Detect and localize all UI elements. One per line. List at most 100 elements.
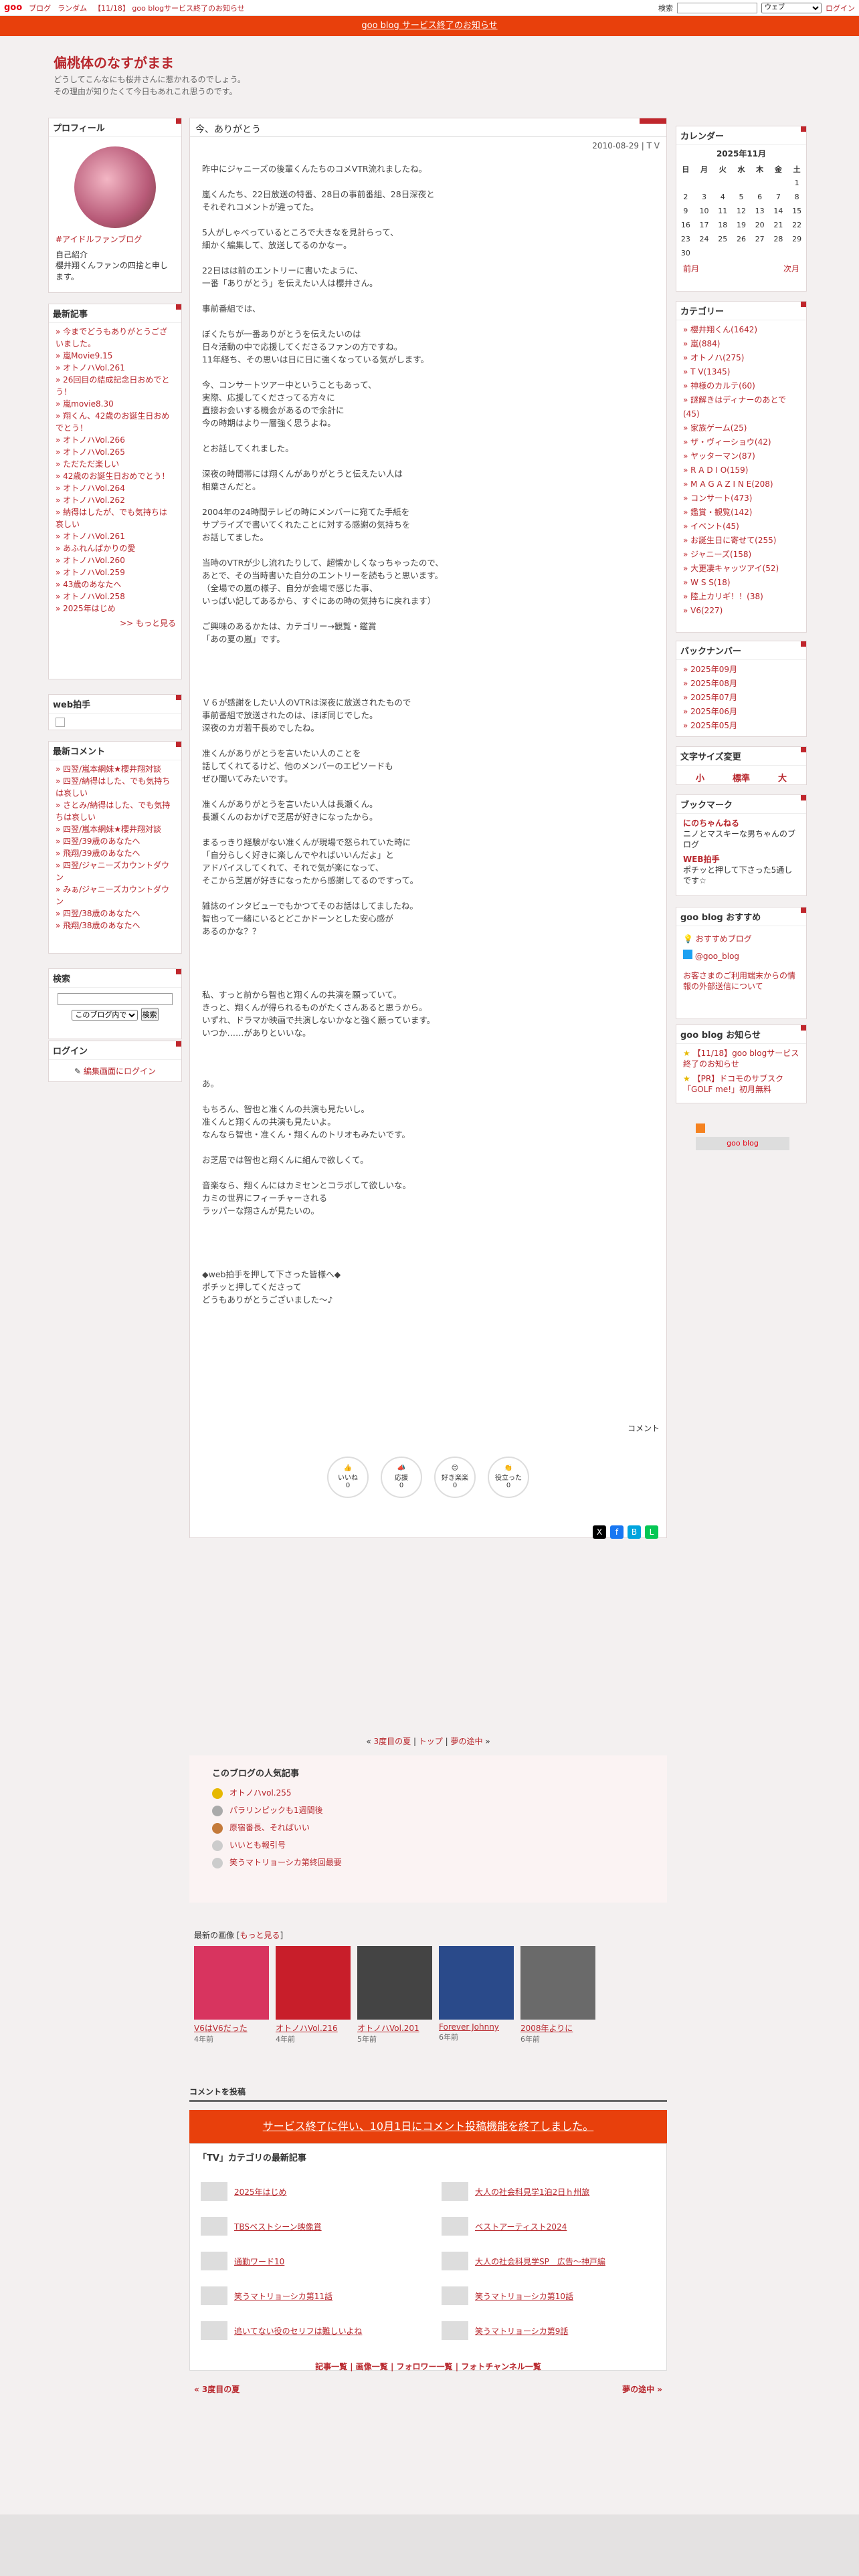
list-item[interactable]: さとみ/納得はした、でも気持ちは哀しい	[56, 799, 175, 823]
list-item[interactable]: 大更凄キャッツアイ(52)	[683, 562, 799, 576]
top-link[interactable]: トップ	[419, 1737, 443, 1746]
bookmark-title[interactable]: にのちゃんねる	[683, 818, 799, 829]
list-item[interactable]: オトノハVol.258	[56, 591, 175, 603]
list-item[interactable]: オトノハVol.265	[56, 446, 175, 458]
header-link-blog[interactable]: ブログ	[29, 3, 51, 13]
list-item[interactable]: 陸上カリギ！！(38)	[683, 590, 799, 604]
footer-prev-link[interactable]: « 3度目の夏	[194, 2383, 240, 2395]
list-item[interactable]: いいとも報引号	[212, 1836, 644, 1854]
facebook-share-icon[interactable]: f	[610, 1525, 624, 1539]
thumbnail-caption[interactable]: オトノハVol.216	[276, 2022, 351, 2034]
notice-item[interactable]: ★ 【PR】ドコモのサブスク「GOLF me!」初月無料	[683, 1073, 799, 1095]
thumbnail-caption[interactable]: V6はV6だった	[194, 2022, 269, 2034]
list-item[interactable]: オトノハ(275)	[683, 351, 799, 365]
list-item[interactable]: 飛翔/38歳のあなたへ	[56, 920, 175, 932]
list-item[interactable]: 2025年05月	[683, 719, 799, 733]
list-item[interactable]: ジャニーズ(158)	[683, 548, 799, 562]
thumbnail[interactable]: オトノハVol.216 4年前	[276, 1946, 351, 2044]
related-item[interactable]: TBSベストシーン映像賞	[201, 2217, 415, 2236]
avatar[interactable]	[74, 146, 156, 228]
prev-post-link[interactable]: 3度目の夏	[373, 1737, 411, 1746]
privacy-note[interactable]: お客さまのご利用端末からの情報の外部送信について	[683, 970, 799, 992]
list-item[interactable]: V6(227)	[683, 604, 799, 618]
blog-search-input[interactable]	[58, 993, 173, 1005]
hatena-share-icon[interactable]: B	[628, 1525, 641, 1539]
twitter-link[interactable]: @goo_blog	[683, 948, 799, 965]
list-item[interactable]: 家族ゲーム(25)	[683, 421, 799, 435]
service-end-banner[interactable]: goo blog サービス終了のお知らせ	[0, 16, 859, 36]
list-item[interactable]: 26回目の結成記念日おめでとう！	[56, 374, 175, 398]
list-item[interactable]: 四翌/納得はした、でも気持ちは哀しい	[56, 775, 175, 799]
list-item[interactable]: イベント(45)	[683, 520, 799, 534]
related-item[interactable]: 笑うマトリョーシカ第11話	[201, 2286, 415, 2305]
thumbnail-image[interactable]	[194, 1946, 269, 2020]
list-item[interactable]: 43歳のあなたへ	[56, 578, 175, 591]
thumbnail[interactable]: V6はV6だった 4年前	[194, 1946, 269, 2044]
list-item[interactable]: 原宿番長、そればいい	[212, 1819, 644, 1836]
reaction-cheer-button[interactable]: 📣 応援 0	[381, 1457, 422, 1498]
list-item[interactable]: 翔くん、42歳のお誕生日おめでとう！	[56, 410, 175, 434]
list-item[interactable]: 笑うマトリョーシカ第終回最要	[212, 1854, 644, 1871]
list-item[interactable]: 嵐(884)	[683, 337, 799, 351]
thumbnail-caption[interactable]: 2008年よりに	[520, 2022, 595, 2034]
comment-closed-notice[interactable]: サービス終了に伴い、10月1日にコメント投稿機能を終了しました。	[189, 2110, 667, 2143]
list-item[interactable]: オトノハvol.255	[212, 1784, 644, 1802]
footer-next-link[interactable]: 夢の途中 »	[622, 2383, 662, 2395]
login-link[interactable]: ログイン	[826, 3, 855, 13]
thumbnail[interactable]: オトノハVol.201 5年前	[357, 1946, 432, 2044]
list-item[interactable]: 四翌/38歳のあなたへ	[56, 907, 175, 920]
thumbnail[interactable]: 2008年よりに 6年前	[520, 1946, 595, 2044]
list-item[interactable]: 2025年07月	[683, 691, 799, 705]
list-item[interactable]: 鑑賞・観覧(142)	[683, 506, 799, 520]
list-item[interactable]: 飛翔/39歳のあなたへ	[56, 847, 175, 859]
list-item[interactable]: オトノハVol.266	[56, 434, 175, 446]
list-item[interactable]: みぁ/ジャニーズカウントダウン	[56, 883, 175, 907]
list-item[interactable]: 嵐Movie9.15	[56, 350, 175, 362]
header-link-random[interactable]: ランダム	[58, 3, 87, 13]
font-normal-button[interactable]: 標準	[733, 771, 750, 784]
related-item[interactable]: 追いてない役のセリフは難しいよね	[201, 2321, 415, 2340]
prev-month-link[interactable]: 前月	[683, 263, 699, 274]
related-item[interactable]: 笑うマトリョーシカ第9話	[442, 2321, 656, 2340]
list-item[interactable]: 四翌/嵐本網妹★櫻井翔対談	[56, 763, 175, 775]
font-large-button[interactable]: 大	[778, 771, 787, 784]
list-item[interactable]: お誕生日に寄せて(255)	[683, 534, 799, 548]
next-post-link[interactable]: 夢の途中	[450, 1737, 482, 1746]
list-item[interactable]: 2025年06月	[683, 705, 799, 719]
list-item[interactable]: オトノハVol.261	[56, 362, 175, 374]
search-scope-select[interactable]: ウェブ	[761, 2, 822, 13]
notice-item[interactable]: ★ 【11/18】goo blogサービス終了のお知らせ	[683, 1048, 799, 1069]
blog-search-scope[interactable]: このブログ内で	[72, 1010, 138, 1021]
rss-icon[interactable]	[696, 1123, 705, 1133]
list-item[interactable]: 2025年はじめ	[56, 603, 175, 615]
reaction-love-button[interactable]: 😍 好き楽楽 0	[434, 1457, 476, 1498]
next-month-link[interactable]: 次月	[783, 263, 799, 274]
recommend-link[interactable]: 💡 おすすめブログ	[683, 930, 799, 948]
list-item[interactable]: 四翌/ジャニーズカウントダウン	[56, 859, 175, 883]
header-link-notice[interactable]: 【11/18】 goo blogサービス終了のお知らせ	[94, 3, 245, 13]
list-item[interactable]: 四翌/嵐本網妹★櫻井翔対談	[56, 823, 175, 835]
related-item[interactable]: 大人の社会科見学SP 広告～神戸編	[442, 2252, 656, 2270]
thumbnail[interactable]: Forever Johnny 6年前	[439, 1946, 514, 2044]
list-item[interactable]: ただただ楽しい	[56, 458, 175, 470]
list-item[interactable]: オトノハVol.260	[56, 554, 175, 566]
footer-links[interactable]: 記事一覧 | 画像一覧 | フォロワー一覧 | フォトチャンネル一覧	[189, 2361, 667, 2372]
goo-blog-link[interactable]: goo blog	[696, 1137, 789, 1150]
profile-tag[interactable]: #アイドルファンブログ	[49, 233, 181, 245]
list-item[interactable]: 今までどうもありがとうございました。	[56, 326, 175, 350]
thumbnail-image[interactable]	[520, 1946, 595, 2020]
list-item[interactable]: オトノハVol.262	[56, 494, 175, 506]
comment-link[interactable]: コメント	[628, 1422, 660, 1434]
list-item[interactable]: コンサート(473)	[683, 492, 799, 506]
webclap-image[interactable]	[56, 718, 65, 727]
header-search-input[interactable]	[677, 2, 757, 13]
article-title[interactable]: 今、ありがとう	[190, 118, 666, 137]
recent-more-link[interactable]: >> もっと見る	[49, 617, 181, 629]
list-item[interactable]: 櫻井翔くん(1642)	[683, 323, 799, 337]
list-item[interactable]: ザ・ヴィーショウ(42)	[683, 435, 799, 449]
related-item[interactable]: 2025年はじめ	[201, 2182, 415, 2201]
reaction-helpful-button[interactable]: 👏 役立った 0	[488, 1457, 529, 1498]
list-item[interactable]: 四翌/39歳のあなたへ	[56, 835, 175, 847]
list-item[interactable]: 42歳のお誕生日おめでとう！	[56, 470, 175, 482]
editor-login-link[interactable]: 編集画面にログイン	[84, 1067, 156, 1076]
